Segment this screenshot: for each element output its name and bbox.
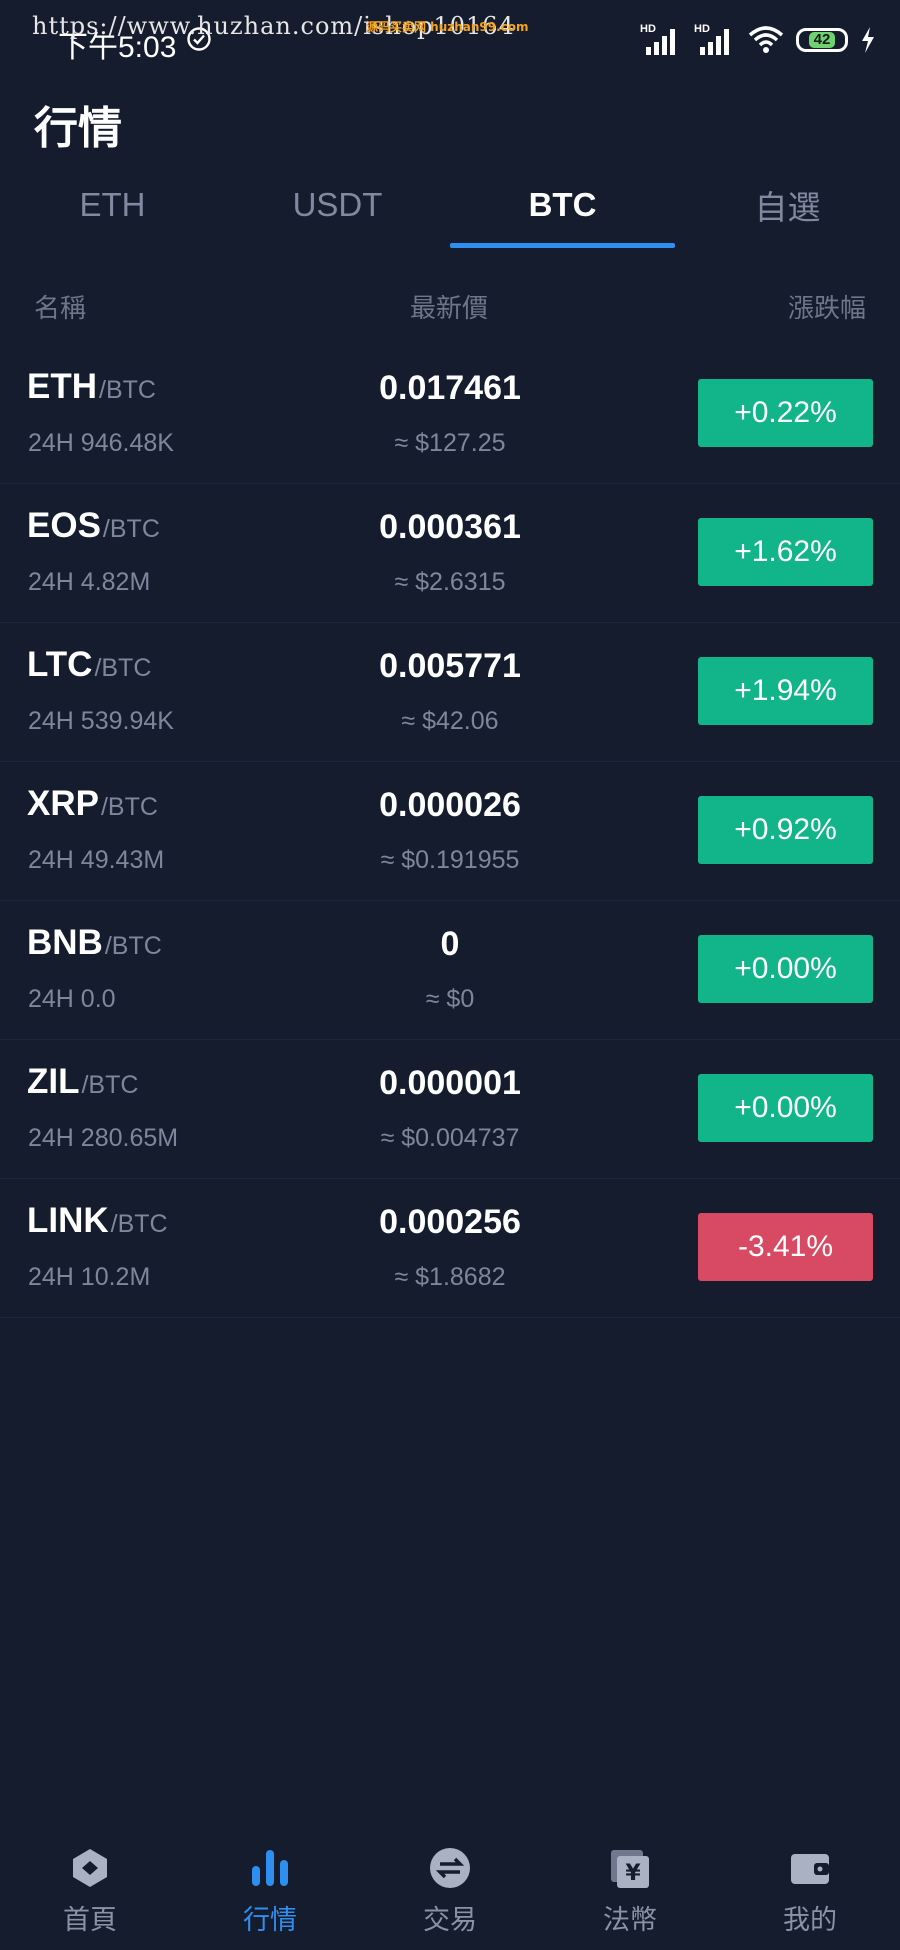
trading-pair: EOS /BTC [27,506,160,546]
trading-pair: XRP /BTC [27,784,158,824]
quote-symbol: /BTC [94,654,152,682]
usd-price: ≈ $42.06 [401,707,499,735]
last-price: 0.000001 [379,1064,521,1102]
trading-pair: LTC /BTC [27,645,151,685]
bottom-nav: 首頁 行情 交易 ¥ 法幣 我的 [0,1830,900,1950]
svg-text:¥: ¥ [625,1861,641,1886]
market-tabs: ETH USDT BTC 自選 [0,160,900,250]
trading-pair: BNB /BTC [27,923,162,963]
market-chart-icon [252,1850,288,1886]
usd-price: ≈ $0.191955 [380,846,520,874]
last-price: 0.000256 [379,1203,521,1241]
column-header-change: 漲跌幅 [787,294,866,324]
list-item[interactable]: XRP /BTC 24H 49.43M 0.000026 ≈ $0.191955… [0,762,900,901]
change-badge: -3.41% [698,1213,873,1281]
nav-label: 法幣 [603,1905,657,1936]
quote-symbol: /BTC [102,515,160,543]
last-price: 0.005771 [379,647,521,685]
usd-price: ≈ $1.8682 [394,1263,506,1291]
nav-label: 交易 [423,1905,477,1936]
list-item[interactable]: ZIL /BTC 24H 280.65M 0.000001 ≈ $0.00473… [0,1040,900,1179]
trading-pair: ZIL /BTC [27,1062,138,1102]
market-screen: 下午5:03 https://www.huzhan.com/ishop10164… [0,0,900,1950]
charging-icon [862,27,874,53]
change-badge: +0.92% [698,796,873,864]
market-list: ETH /BTC 24H 946.48K 0.017461 ≈ $127.25 … [0,345,900,1318]
change-badge: +1.94% [698,657,873,725]
volume-24h: 24H 4.82M [28,568,151,596]
change-badge: +1.62% [698,518,873,586]
quote-symbol: /BTC [110,1210,168,1238]
exchange-icon [430,1848,470,1888]
last-price: 0.017461 [379,369,521,407]
base-symbol: LINK [27,1201,109,1240]
list-item[interactable]: BNB /BTC 24H 0.0 0 ≈ $0 +0.00% [0,901,900,1040]
watermark-logo: 源码买卖网 huzhan99.com [366,20,529,34]
change-badge: +0.00% [698,935,873,1003]
base-symbol: ETH [27,367,97,406]
usd-price: ≈ $0.004737 [380,1124,520,1152]
trading-pair: ETH /BTC [27,367,156,407]
quote-symbol: /BTC [100,793,158,821]
volume-24h: 24H 280.65M [28,1124,179,1152]
column-header-name: 名稱 [34,294,87,324]
status-icons: HD HD 42 [640,22,876,58]
column-header-price: 最新價 [410,294,489,324]
base-symbol: BNB [27,923,103,962]
last-price: 0.000361 [379,508,521,546]
nav-trade[interactable]: 交易 [360,1830,540,1950]
last-price: 0 [440,925,460,963]
nav-market[interactable]: 行情 [180,1830,360,1950]
last-price: 0.000026 [379,786,521,824]
home-icon [73,1849,107,1887]
wifi-icon [748,26,784,53]
battery-icon: 42 [796,28,848,52]
usd-price: ≈ $2.6315 [394,568,506,596]
list-item[interactable]: LINK /BTC 24H 10.2M 0.000256 ≈ $1.8682 -… [0,1179,900,1318]
wallet-icon [791,1854,829,1884]
column-headers: 名稱 最新價 漲跌幅 [0,270,900,340]
status-bar: 下午5:03 https://www.huzhan.com/ishop10164… [0,0,900,80]
nav-label: 我的 [783,1905,837,1936]
quote-symbol: /BTC [104,932,162,960]
list-item[interactable]: LTC /BTC 24H 539.94K 0.005771 ≈ $42.06 +… [0,623,900,762]
volume-24h: 24H 10.2M [28,1263,151,1291]
usd-price: ≈ $127.25 [394,429,506,457]
quote-symbol: /BTC [99,376,156,404]
signal-icon: HD [640,23,682,57]
volume-24h: 24H 946.48K [28,429,174,457]
nav-label: 首頁 [63,1905,117,1936]
usd-price: ≈ $0 [425,985,475,1013]
tab-usdt[interactable]: USDT [225,160,450,250]
page-title: 行情 [34,103,122,154]
quote-symbol: /BTC [81,1071,139,1099]
volume-24h: 24H 539.94K [28,707,174,735]
list-item[interactable]: ETH /BTC 24H 946.48K 0.017461 ≈ $127.25 … [0,345,900,484]
nav-label: 行情 [243,1905,297,1936]
nav-profile[interactable]: 我的 [720,1830,900,1950]
volume-24h: 24H 0.0 [28,985,116,1013]
base-symbol: XRP [27,784,99,823]
nav-home[interactable]: 首頁 [0,1830,180,1950]
list-item[interactable]: EOS /BTC 24H 4.82M 0.000361 ≈ $2.6315 +1… [0,484,900,623]
signal-icon: HD [694,23,736,57]
base-symbol: ZIL [27,1062,80,1101]
base-symbol: EOS [27,506,101,545]
volume-24h: 24H 49.43M [28,846,165,874]
nav-fiat[interactable]: ¥ 法幣 [540,1830,720,1950]
tab-favorites[interactable]: 自選 [675,160,900,250]
change-badge: +0.00% [698,1074,873,1142]
fiat-currency-icon: ¥ [611,1850,649,1888]
tab-eth[interactable]: ETH [0,160,225,250]
base-symbol: LTC [27,645,93,684]
change-badge: +0.22% [698,379,873,447]
tab-btc[interactable]: BTC [450,160,675,250]
trading-pair: LINK /BTC [27,1201,168,1241]
battery-level: 42 [808,32,836,48]
